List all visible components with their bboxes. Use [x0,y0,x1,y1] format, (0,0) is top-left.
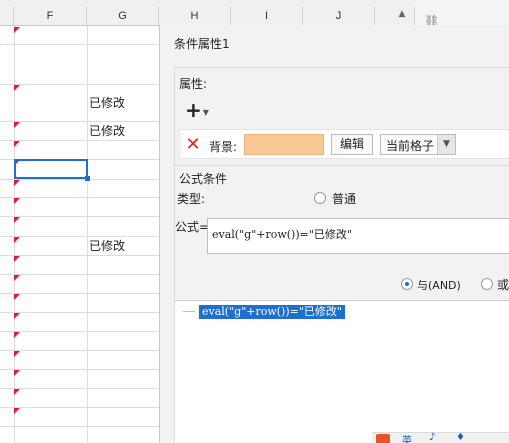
column-header-j[interactable]: J [303,7,375,26]
add-property-button[interactable]: + ▼ [185,99,215,121]
dialog-title: 条件属性1 [174,37,230,51]
type-normal-radio[interactable] [314,192,326,204]
logic-and-radio[interactable] [401,278,413,290]
edit-button[interactable]: 编辑 [331,134,373,155]
cell-flag-marker [14,294,20,300]
background-property-row: ✕ 背景: 编辑 当前格子 ▼ [181,129,509,159]
cell-flag-marker [14,256,20,262]
gridline [0,197,159,198]
column-header-h[interactable]: H [159,7,231,26]
gridline [0,388,159,389]
formula-input[interactable]: eval("g"+row())="已修改" [207,218,509,254]
cell-flag-marker [14,408,20,414]
dialog-body: 属性: + ▼ ✕ 背景: 编辑 当前格子 ▼ 公式条件 类型: 普通 公式= … [174,67,509,443]
gridline [0,140,159,141]
cell-flag-marker [14,237,20,243]
cell-g-value[interactable]: 已修改 [89,96,125,110]
type-normal-label: 普通 [332,192,357,206]
formula-input-value: eval("g"+row())="已修改" [212,228,352,241]
formula-label: 公式= [175,220,210,234]
gridline [0,407,159,408]
gridline [0,312,159,313]
cell-flag-marker [14,85,20,91]
column-header-f[interactable]: F [14,7,87,26]
cell-g-value[interactable]: 已修改 [89,239,125,253]
properties-label: 属性: [179,77,208,91]
condition-list[interactable]: eval("g"+row())="已修改" [175,300,509,443]
cell-flag-marker [14,370,20,376]
chevron-down-icon: ▼ [437,135,455,154]
scope-select[interactable]: 当前格子 ▼ [380,134,456,155]
gridline [0,255,159,256]
logic-or-radio[interactable] [481,278,493,290]
cell-flag-marker [14,217,20,223]
cell-flag-marker [14,27,20,33]
type-label: 类型: [177,192,206,206]
ime-voice-icon[interactable]: ♪ [429,432,435,443]
header-strip [0,0,415,7]
gridline [0,84,159,85]
column-header-g[interactable]: G [87,7,159,26]
cell-flag-marker [14,180,20,186]
gridline [0,274,159,275]
cell-flag-marker [14,332,20,338]
chevron-down-icon: ▼ [202,107,209,117]
gridline [0,350,159,351]
gridline [0,44,159,45]
section-divider [175,165,509,166]
column-header-i[interactable]: I [231,7,303,26]
ime-logo-icon[interactable] [376,434,390,443]
gridline [0,121,159,122]
condition-list-item[interactable]: eval("g"+row())="已修改" [199,305,345,319]
background-label: 背景: [209,140,238,154]
gridline [0,331,159,332]
condition-properties-dialog: 条件属性1 属性: + ▼ ✕ 背景: 编辑 当前格子 ▼ 公式条件 类型: 普… [159,25,509,443]
gridline [0,216,159,217]
logic-and-label: 与(AND) [417,279,461,292]
ime-language-toggle[interactable]: 英 [402,432,412,443]
cell-flag-marker [14,389,20,395]
ime-toolbar: 英 ♪ ♦ [372,432,509,443]
scroll-up-arrow-icon[interactable]: ▲ [395,8,409,20]
gridline [0,369,159,370]
cell-flag-marker [14,198,20,204]
formula-section-label: 公式条件 [179,172,228,186]
background-color-swatch[interactable] [244,134,324,155]
cell-flag-marker [14,275,20,281]
cell-flag-marker [14,313,20,319]
corner-header[interactable] [0,7,14,26]
gridline [0,179,159,180]
plus-icon: + [185,98,202,122]
delete-icon[interactable]: ✕ [184,136,202,154]
cell-flag-marker [14,122,20,128]
cell-flag-marker [14,351,20,357]
scope-select-value: 当前格子 [386,139,435,153]
gridline [0,426,159,427]
cell-flag-marker [14,141,20,147]
gridline [0,293,159,294]
logic-or-label: 或 [497,278,509,292]
ime-skin-icon[interactable]: ♦ [456,432,465,443]
gridline [0,236,159,237]
tree-guide-line [183,311,195,312]
selected-cell[interactable] [14,159,90,181]
gridline [87,26,88,443]
cell-g-value[interactable]: 已修改 [89,124,125,138]
